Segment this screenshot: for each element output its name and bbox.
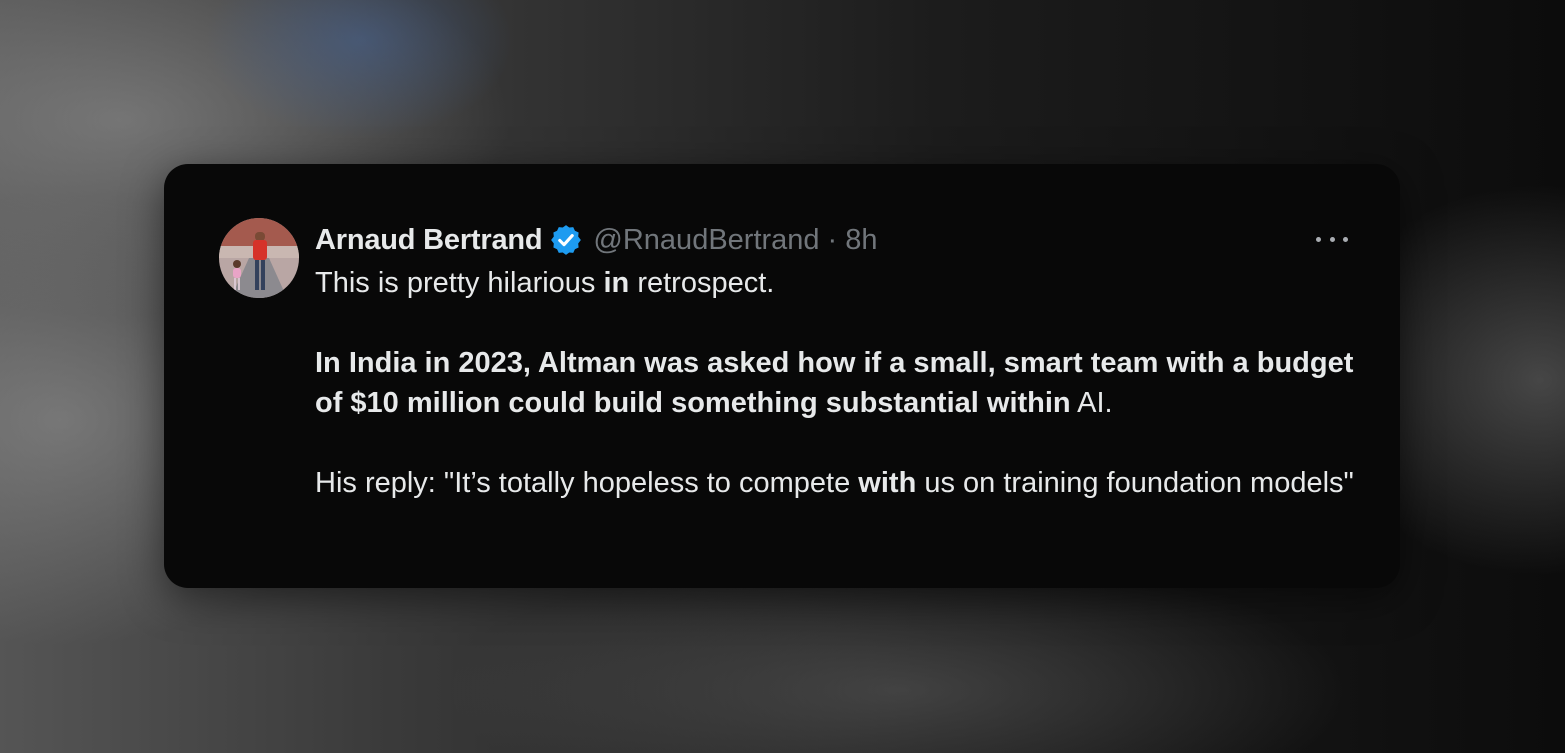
more-dot	[1343, 236, 1348, 242]
text-segment: us on training foundation models"	[916, 467, 1354, 499]
text-segment-bold: in	[603, 267, 630, 299]
text-segment: His reply: "It’s totally hopeless to com…	[315, 467, 859, 499]
post-timestamp[interactable]: 8h	[845, 224, 877, 257]
author-handle[interactable]: @RnaudBertrand	[593, 224, 819, 257]
more-options-icon[interactable]	[1316, 228, 1348, 250]
text-segment-bold: In India in 2023, Altman was asked how i…	[315, 347, 1354, 419]
post-card[interactable]: Arnaud Bertrand @RnaudBertrand · 8h This…	[164, 164, 1400, 588]
text-segment-bold: with	[858, 467, 917, 499]
post-text: This is pretty hilarious in retrospect. …	[315, 263, 1355, 503]
text-segment: AI.	[1070, 387, 1113, 419]
more-dot	[1329, 236, 1335, 242]
more-dot	[1316, 236, 1321, 242]
author-name[interactable]: Arnaud Bertrand	[315, 224, 543, 257]
avatar-photo	[219, 218, 299, 298]
post-paragraph: In India in 2023, Altman was asked how i…	[315, 343, 1355, 423]
post-paragraph: This is pretty hilarious in retrospect.	[315, 263, 1355, 303]
text-segment: retrospect.	[629, 267, 775, 299]
avatar[interactable]	[219, 218, 299, 298]
post-header: Arnaud Bertrand @RnaudBertrand · 8h	[315, 220, 877, 260]
text-segment: This is pretty hilarious	[315, 267, 604, 299]
separator-dot: ·	[827, 223, 838, 256]
post-paragraph: His reply: "It’s totally hopeless to com…	[315, 463, 1355, 503]
verified-badge-icon	[549, 223, 583, 257]
